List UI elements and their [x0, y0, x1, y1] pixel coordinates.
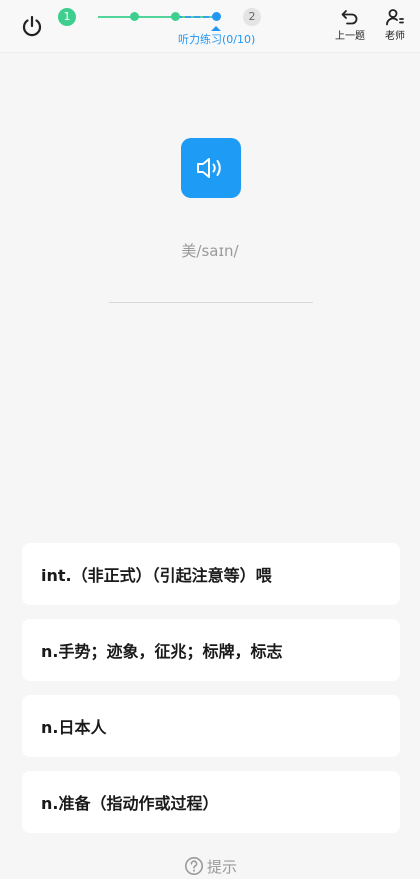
progress-dot-current — [212, 12, 221, 21]
teacher-label: 老师 — [385, 31, 405, 42]
previous-question-button[interactable]: 上一题 — [330, 8, 370, 42]
answer-option[interactable]: n.手势；迹象，征兆；标牌，标志 — [22, 619, 400, 681]
step-indicator-next: 2 — [243, 8, 261, 26]
play-audio-button[interactable] — [181, 138, 241, 198]
progress-dot — [130, 12, 139, 21]
speaker-icon — [197, 158, 221, 178]
power-icon — [22, 15, 42, 37]
progress-label: 听力练习(0/10) — [178, 33, 256, 46]
teacher-button[interactable]: 老师 — [375, 8, 415, 42]
step-indicator-current: 1 — [58, 8, 76, 26]
phonetic-text: 美/saɪn/ — [181, 242, 239, 260]
answer-option[interactable]: int.（非正式）（引起注意等）喂 — [22, 543, 400, 605]
question-circle-icon — [185, 857, 203, 875]
undo-icon — [341, 10, 358, 25]
hint-label: 提示 — [207, 857, 238, 876]
teacher-icon — [386, 9, 404, 26]
answer-option[interactable]: n.日本人 — [22, 695, 400, 757]
progress-dot — [171, 12, 180, 21]
answer-underline — [109, 302, 313, 303]
answer-option[interactable]: n.准备（指动作或过程） — [22, 771, 400, 833]
hint-button[interactable]: 提示 — [184, 856, 237, 876]
previous-question-label: 上一题 — [335, 31, 365, 42]
top-bar: 1 2 听力练习(0/10) 上一题 老师 — [0, 0, 420, 53]
power-button[interactable] — [18, 12, 46, 40]
